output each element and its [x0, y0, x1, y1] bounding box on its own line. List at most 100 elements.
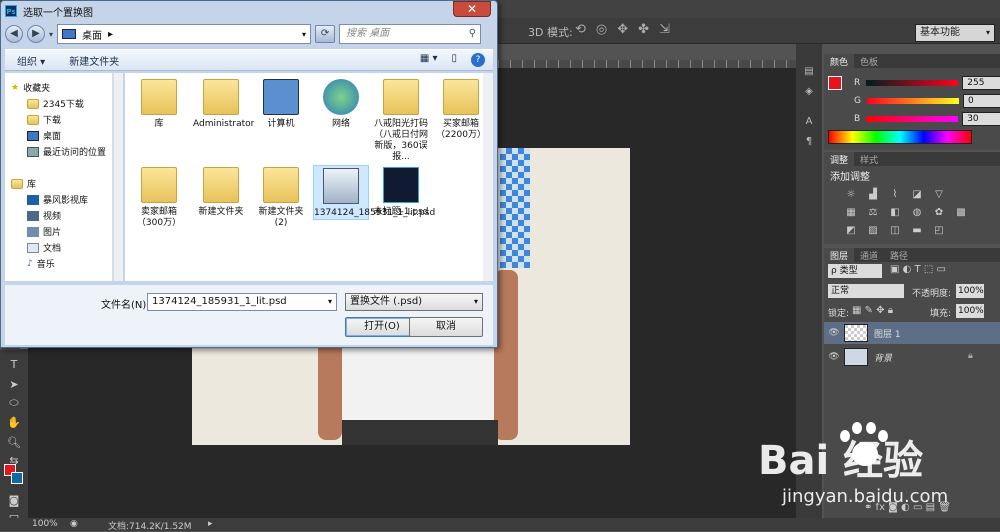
file-item[interactable]: 卖家邮箱（300万） — [131, 165, 187, 229]
history-icon[interactable]: ▤ — [802, 66, 816, 78]
layer-kind-filter[interactable]: ρ 类型 — [828, 264, 882, 278]
3d-tool-icons[interactable]: ⟲ ◎ ✥ ✤ ⇲ — [575, 22, 670, 37]
layer-name[interactable]: 图层 1 — [874, 327, 901, 340]
properties-icon[interactable]: ◈ — [802, 86, 816, 98]
zoom-level[interactable]: 100% — [32, 519, 58, 529]
preview-pane-icon[interactable]: ▯ — [451, 53, 457, 67]
color-spectrum[interactable] — [828, 130, 972, 144]
tab-layers[interactable]: 图层 — [824, 248, 855, 262]
file-list-scrollbar[interactable] — [483, 73, 493, 281]
tab-color[interactable]: 颜色 — [824, 54, 855, 68]
tab-channels[interactable]: 通道 — [854, 248, 884, 262]
blend-mode-select[interactable]: 正常 — [828, 284, 904, 298]
hand-tool-icon[interactable]: ✋ — [6, 416, 22, 430]
layer-filter-icons[interactable]: ▣ ◐ T ⬚ ▭ — [890, 264, 946, 275]
nav-baofeng[interactable]: 暴风影视库 — [27, 193, 88, 206]
slide-3d-icon[interactable]: ✤ — [638, 22, 649, 37]
curves-icon[interactable]: ⌇ — [888, 189, 902, 201]
pan-3d-icon[interactable]: ✥ — [617, 22, 628, 37]
file-item[interactable]: 八戒阳光打码（八戒日付网新版，360误报... — [373, 77, 429, 163]
layer-row[interactable]: 👁︎ 背景 🔒︎ — [824, 346, 1000, 368]
background-color-swatch[interactable] — [11, 472, 23, 484]
balance-icon[interactable]: ⚖ — [866, 207, 880, 219]
file-item[interactable]: Administrator — [193, 77, 254, 130]
file-item[interactable]: 买家邮箱（2200万） — [433, 77, 489, 141]
visibility-eye-icon[interactable]: 👁︎ — [824, 352, 844, 362]
file-item[interactable]: 网络 — [313, 77, 369, 130]
nav-pictures[interactable]: 图片 — [27, 225, 61, 238]
workspace-select[interactable]: 基本功能 ▾ — [915, 24, 995, 42]
levels-icon[interactable]: ▟ — [866, 189, 880, 201]
address-bar[interactable]: 桌面 ▸ ▾ — [57, 24, 312, 44]
open-button[interactable]: 打开(O) — [345, 317, 419, 337]
view-icon[interactable]: ▦ ▾ — [420, 53, 438, 67]
bw-icon[interactable]: ◧ — [888, 207, 902, 219]
roll-3d-icon[interactable]: ◎ — [596, 22, 607, 37]
tab-swatches[interactable]: 色板 — [854, 54, 884, 68]
selective-icon[interactable]: ◰ — [932, 225, 946, 237]
g-value[interactable]: 0 — [962, 94, 1000, 108]
tab-styles[interactable]: 样式 — [854, 152, 884, 166]
nav-libraries[interactable]: 库 — [11, 177, 36, 190]
layer-name[interactable]: 背景 — [874, 351, 892, 364]
b-value[interactable]: 30 — [962, 112, 1000, 126]
close-button[interactable]: ✕ — [453, 1, 491, 17]
organize-button[interactable]: 组织 ▾ — [5, 53, 57, 68]
vibrance-icon[interactable]: ▽ — [932, 189, 946, 201]
nav-recent[interactable]: 最近访问的位置 — [27, 145, 106, 158]
dialog-titlebar[interactable]: Ps 选取一个置换图 — [1, 1, 497, 21]
visibility-eye-icon[interactable]: 👁︎ — [824, 328, 844, 338]
quick-mask-icon[interactable]: ◙ — [6, 494, 22, 508]
paragraph-icon[interactable]: ¶ — [802, 136, 816, 148]
tab-paths[interactable]: 路径 — [884, 248, 914, 262]
back-icon[interactable]: ◀ — [5, 25, 23, 43]
filetype-select[interactable]: 置换文件 (.psd) ▾ — [345, 293, 483, 311]
layer-row[interactable]: 👁︎ 图层 1 — [824, 322, 1000, 344]
color-fg-chip[interactable] — [828, 76, 842, 90]
shape-tool-icon[interactable]: ⬭ — [6, 396, 22, 410]
status-info-icon[interactable]: ◉ — [70, 519, 78, 529]
nav-videos[interactable]: 视频 — [27, 209, 61, 222]
nav-downloads[interactable]: 下载 — [27, 113, 61, 126]
lock-icons[interactable]: ▦ ✎ ✥ 🔒︎ — [852, 305, 893, 316]
help-icon[interactable]: ? — [471, 53, 485, 67]
nav-documents[interactable]: 文档 — [27, 241, 61, 254]
lookup-icon[interactable]: ▩ — [954, 207, 968, 219]
file-item[interactable]: 计算机 — [253, 77, 309, 130]
search-input[interactable]: 搜索 桌面 ⚲ — [339, 24, 482, 44]
search-icon[interactable]: ⚲ — [469, 25, 476, 43]
slider-g[interactable]: G 0 — [854, 94, 1000, 108]
gradient-map-icon[interactable]: ▬ — [910, 225, 924, 237]
nav-desktop[interactable]: 桌面 — [27, 129, 61, 142]
invert-icon[interactable]: ◩ — [844, 225, 858, 237]
tab-adjustments[interactable]: 调整 — [824, 152, 855, 166]
nav-favorites[interactable]: ★ 收藏夹 — [11, 81, 50, 95]
status-menu-arrow-icon[interactable]: ▸ — [208, 519, 213, 529]
scale-3d-icon[interactable]: ⇲ — [659, 22, 670, 37]
hue-sat-icon[interactable]: ▦ — [844, 207, 858, 219]
slider-r[interactable]: R 255 — [854, 76, 1000, 90]
file-item-selected[interactable]: 1374124_185931_1_lit.psd — [313, 165, 435, 220]
r-value[interactable]: 255 — [962, 76, 1000, 90]
slider-b[interactable]: B 30 — [854, 112, 1000, 126]
cancel-button[interactable]: 取消 — [409, 317, 483, 337]
file-item[interactable]: 新建文件夹(2) — [253, 165, 309, 229]
type-tool-icon[interactable]: T — [6, 358, 22, 372]
brightness-icon[interactable]: ☼ — [844, 189, 858, 201]
character-icon[interactable]: A — [802, 116, 816, 128]
fill-value[interactable]: 100% — [956, 304, 984, 318]
nav-music[interactable]: ♪ 音乐 — [27, 257, 55, 271]
file-item[interactable]: 新建文件夹 — [193, 165, 249, 218]
forward-icon[interactable]: ▶ — [27, 25, 45, 43]
rotate-3d-icon[interactable]: ⟲ — [575, 22, 586, 37]
opacity-value[interactable]: 100% — [956, 284, 984, 298]
recent-dropdown-icon[interactable]: ▾ — [49, 30, 53, 39]
new-folder-button[interactable]: 新建文件夹 — [57, 53, 131, 68]
file-item[interactable]: 库 — [131, 77, 187, 130]
nav-2345-download[interactable]: 2345下载 — [27, 97, 84, 110]
posterize-icon[interactable]: ▨ — [866, 225, 880, 237]
path-select-icon[interactable]: ➤ — [6, 378, 22, 392]
zoom-tool-icon[interactable]: 🔍︎ — [6, 436, 22, 450]
mixer-icon[interactable]: ✿ — [932, 207, 946, 219]
file-item[interactable]: 未标题-1.psd — [373, 165, 429, 218]
